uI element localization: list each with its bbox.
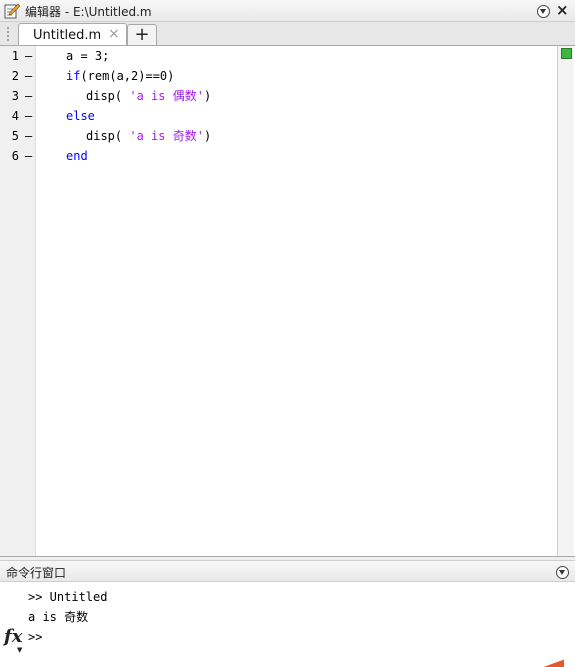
string-literal: 'a is 奇数'	[129, 129, 204, 143]
code-text: disp(	[86, 129, 130, 143]
editor-title: 编辑器 - E:\Untitled.m	[25, 5, 152, 19]
code-text: a = 3;	[66, 49, 110, 63]
line-number: 5	[11, 129, 19, 143]
command-window-title: 命令行窗口	[6, 566, 67, 580]
keyword-if: if	[66, 69, 81, 83]
command-output-line: a is 奇数	[28, 610, 89, 624]
new-tab-button[interactable]: +	[127, 24, 157, 46]
code-line-4: else	[66, 106, 95, 126]
editor-title-bar: 编辑器 - E:\Untitled.m ×	[0, 0, 575, 22]
command-window[interactable]: fx ▼ >> Untitled a is 奇数 >>	[0, 582, 575, 667]
code-editor[interactable]: 1 2 3 4 5 6 – – – – – – a = 3; if(rem(a,…	[0, 45, 575, 557]
line-number: 1	[11, 49, 19, 63]
command-history-line: >> Untitled	[28, 590, 108, 604]
code-text: )	[203, 129, 212, 143]
breakpoint-marker[interactable]: –	[25, 46, 35, 66]
string-literal: 'a is 偶数'	[129, 89, 204, 103]
command-window-menu-chevron-icon[interactable]	[556, 566, 569, 579]
code-line-3: disp( 'a is 偶数')	[86, 86, 211, 106]
breakpoint-marker[interactable]: –	[25, 106, 35, 126]
line-number: 2	[11, 69, 19, 83]
function-browser-fx-icon[interactable]: fx	[4, 626, 22, 647]
editor-menu-chevron-icon[interactable]	[537, 5, 550, 18]
tab-label: Untitled.m	[33, 28, 102, 43]
line-number: 4	[11, 109, 19, 123]
code-text: )	[203, 89, 212, 103]
keyword-end: end	[66, 149, 88, 163]
tab-grip-handle[interactable]	[6, 26, 10, 42]
keyword-else: else	[66, 109, 95, 123]
editor-close-icon[interactable]: ×	[556, 2, 569, 18]
tab-close-icon[interactable]: ×	[108, 26, 120, 42]
command-window-title-bar: 命令行窗口	[0, 560, 575, 582]
breakpoint-marker[interactable]: –	[25, 86, 35, 106]
code-ok-status-icon[interactable]	[561, 48, 572, 59]
fx-dropdown-caret-icon[interactable]: ▼	[17, 646, 22, 654]
breakpoint-marker[interactable]: –	[25, 66, 35, 86]
command-prompt[interactable]: >>	[28, 627, 42, 647]
breakpoint-marker[interactable]: –	[25, 146, 35, 166]
breakpoint-gutter[interactable]: – – – – – –	[24, 46, 36, 556]
corner-resize-mark	[540, 659, 564, 667]
breakpoint-marker[interactable]: –	[25, 126, 35, 146]
line-number: 6	[11, 149, 19, 163]
tab-untitled-m[interactable]: Untitled.m ×	[18, 23, 127, 47]
code-analyzer-bar	[557, 46, 574, 556]
line-number-gutter: 1 2 3 4 5 6	[0, 46, 24, 556]
line-number: 3	[11, 89, 19, 103]
code-text-area[interactable]: a = 3; if(rem(a,2)==0) disp( 'a is 偶数') …	[37, 46, 557, 556]
editor-pencil-icon	[4, 3, 20, 19]
code-text: (rem(a,2)==0)	[80, 69, 175, 83]
code-line-2: if(rem(a,2)==0)	[66, 66, 174, 86]
code-text: disp(	[86, 89, 130, 103]
code-line-6: end	[66, 146, 88, 166]
code-line-5: disp( 'a is 奇数')	[86, 126, 211, 146]
code-line-1: a = 3;	[66, 46, 109, 66]
editor-tab-strip: Untitled.m × +	[0, 22, 575, 47]
